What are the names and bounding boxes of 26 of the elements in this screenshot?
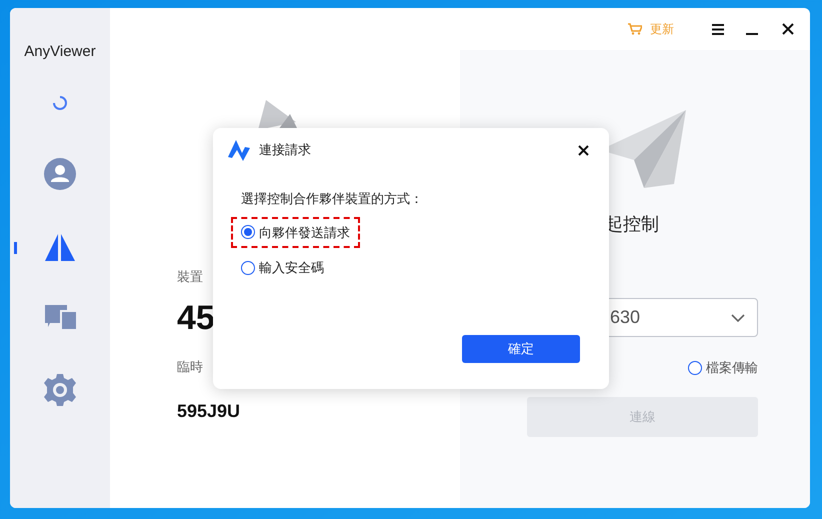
temp-code-label: 臨時 [177, 358, 203, 376]
radio-button[interactable] [688, 360, 702, 375]
temp-code: 595J9U [177, 400, 240, 423]
radio-button[interactable] [241, 260, 255, 275]
menu-icon[interactable] [712, 24, 724, 34]
close-icon[interactable] [782, 23, 794, 35]
option-label: 輸入安全碼 [259, 259, 324, 277]
radio-button[interactable] [241, 225, 255, 240]
device-id: 45 [177, 300, 215, 334]
settings-icon[interactable] [44, 374, 76, 406]
app-title: AnyViewer [24, 42, 96, 62]
selection-indicator [14, 242, 17, 254]
dialog-prompt: 選擇控制合作夥伴裝置的方式： [241, 190, 424, 208]
dialog-title: 連接請求 [259, 141, 311, 160]
logo-icon[interactable] [45, 234, 75, 260]
close-icon[interactable] [578, 144, 589, 156]
chevron-down-icon [731, 314, 745, 322]
file-transfer-label: 檔案傳輸 [706, 359, 758, 377]
loading-spinner-icon [53, 96, 67, 110]
devices-icon[interactable] [44, 304, 76, 330]
cart-icon [628, 23, 642, 35]
user-icon[interactable] [44, 158, 76, 190]
device-id-label: 裝置 [177, 268, 203, 286]
option-label: 向夥伴發送請求 [259, 224, 350, 242]
logo-icon [227, 138, 251, 162]
ok-button[interactable]: 確定 [462, 335, 580, 363]
